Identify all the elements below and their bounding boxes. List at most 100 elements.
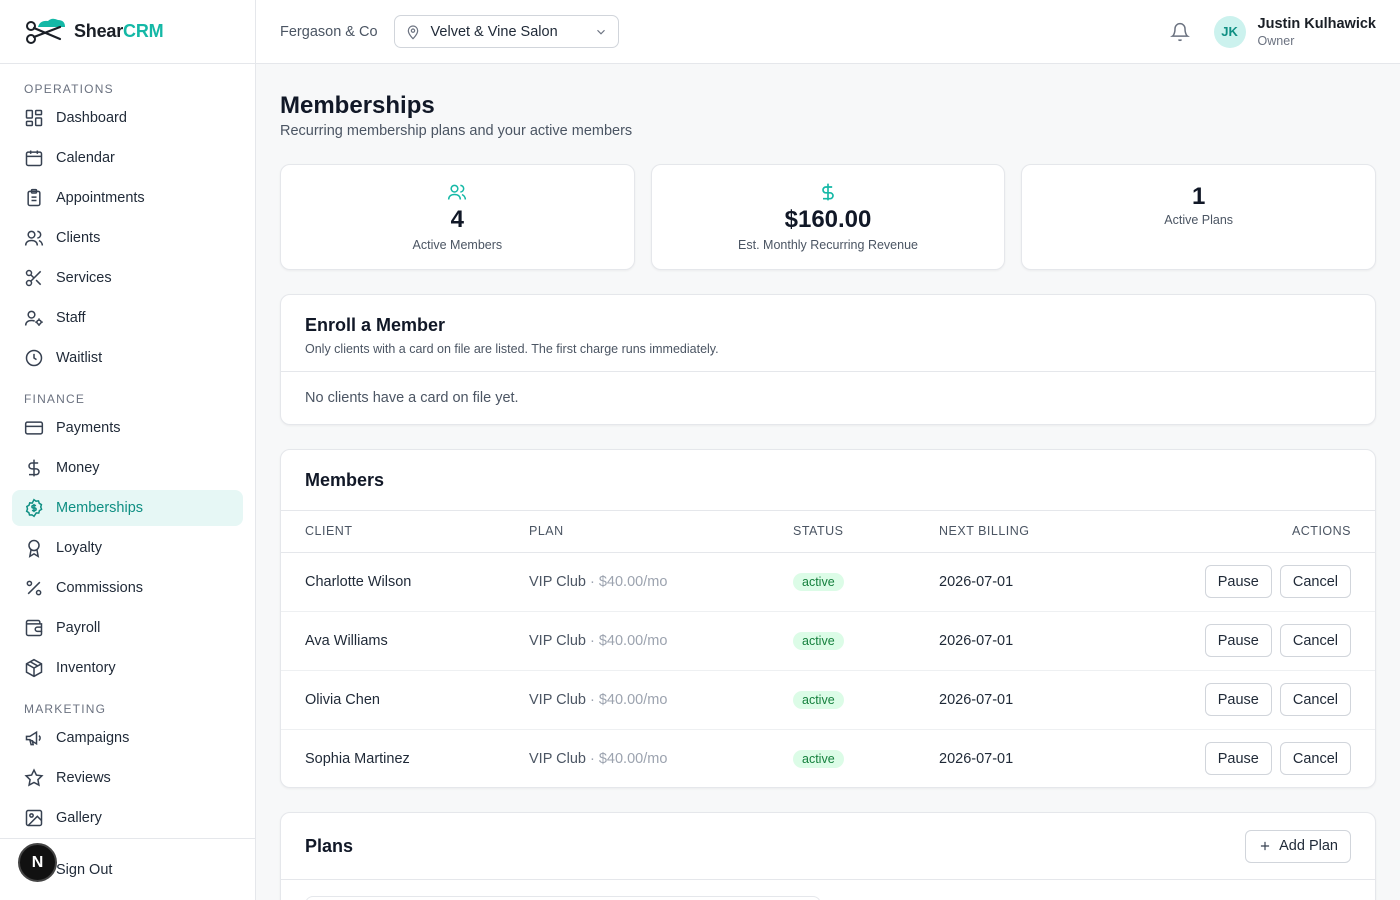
card-title: Enroll a Member: [305, 315, 446, 335]
members-card: Members CLIENT PLAN STATUS NEXT BILLING …: [280, 449, 1376, 788]
cancel-button[interactable]: Cancel: [1279, 742, 1351, 776]
client-name: Charlotte Wilson: [281, 552, 505, 612]
nav-section-operations: OPERATIONS: [24, 82, 114, 96]
sidebar-item-appointments[interactable]: Appointments: [12, 180, 243, 216]
percent-icon: [26, 580, 42, 596]
client-name: Ava Williams: [281, 611, 505, 671]
status-badge: active: [793, 690, 844, 709]
user-role: Owner: [1257, 33, 1295, 48]
dashboard-icon: [25, 109, 43, 127]
card-header: Plans Add Plan: [281, 813, 1375, 880]
next-billing: 2026-07-01: [915, 611, 1102, 671]
cancel-button[interactable]: Cancel: [1279, 683, 1351, 716]
stat-card-active-members: 4 Active Members: [280, 164, 635, 270]
stat-label: Est. Monthly Recurring Revenue: [738, 238, 918, 252]
table-header-row: CLIENT PLAN STATUS NEXT BILLING ACTIONS: [281, 511, 1375, 553]
column-header: STATUS: [769, 511, 915, 553]
actions-cell: Pause Cancel: [1101, 611, 1375, 671]
org-name: Fergason & Co: [280, 23, 378, 40]
user-info[interactable]: Justin Kulhawick Owner: [1258, 16, 1376, 48]
column-header: CLIENT: [281, 511, 505, 553]
sidebar-item-inventory[interactable]: Inventory: [12, 650, 243, 686]
pause-button[interactable]: Pause: [1204, 742, 1272, 776]
next-billing: 2026-07-01: [915, 552, 1102, 612]
status-cell: active: [769, 552, 915, 612]
table-row: Olivia Chen VIP Club · $40.00/mo active …: [281, 670, 1375, 730]
sidebar-item-loyalty[interactable]: Loyalty: [12, 530, 243, 566]
users-icon: [24, 230, 44, 246]
chevron-down-icon: [596, 29, 605, 35]
sidebar-item-payroll[interactable]: Payroll: [12, 610, 243, 646]
sidebar-item-waitlist[interactable]: Waitlist: [12, 340, 243, 376]
clock-icon: [25, 349, 43, 367]
sidebar-item-memberships[interactable]: Memberships: [12, 490, 243, 526]
brand[interactable]: ShearCRM: [0, 0, 255, 64]
status-badge: active: [793, 572, 844, 591]
plans-card: Plans Add Plan: [280, 812, 1376, 900]
sidebar-item-campaigns[interactable]: Campaigns: [12, 720, 243, 756]
actions-cell: Pause Cancel: [1101, 670, 1375, 730]
topbar-right: JK Justin Kulhawick Owner: [1169, 15, 1376, 48]
stat-label: Active Plans: [1164, 213, 1234, 227]
user-name: Justin Kulhawick: [1257, 15, 1376, 32]
sidebar-item-staff[interactable]: Staff: [12, 300, 243, 336]
next-billing: 2026-07-01: [939, 750, 1014, 767]
status-badge: active: [793, 631, 844, 650]
dollar-icon: [28, 459, 40, 477]
plan-item: [305, 896, 821, 900]
table-row: Charlotte Wilson VIP Club · $40.00/mo ac…: [281, 552, 1375, 612]
sidebar-item-payments[interactable]: Payments: [12, 410, 243, 446]
avatar[interactable]: JK: [1213, 15, 1246, 48]
bell-icon[interactable]: [1169, 22, 1190, 42]
clipboard-icon: [27, 188, 41, 207]
page-title: Memberships: [280, 92, 435, 119]
sidebar-item-dashboard[interactable]: Dashboard: [12, 100, 243, 136]
plan-cell: VIP Club · $40.00/mo: [505, 670, 769, 730]
megaphone-icon: [25, 730, 41, 746]
plan-cell: VIP Club · $40.00/mo: [529, 750, 668, 767]
add-plan-button[interactable]: Add Plan: [1245, 829, 1351, 863]
scissors-logo-icon: [26, 18, 65, 44]
location-select-value: Velvet & Vine Salon: [430, 23, 558, 40]
stat-card-active-plans: 1 Active Plans: [1021, 164, 1377, 270]
brand-name: ShearCRM: [74, 21, 164, 41]
wallet-icon: [25, 619, 43, 637]
scissors-icon: [25, 269, 42, 287]
award-icon: [28, 539, 40, 558]
nav-section-marketing: MARKETING: [24, 702, 107, 716]
stat-value: $160.00: [784, 206, 872, 233]
sidebar-item-services[interactable]: Services: [12, 260, 243, 296]
badge-dollar-icon: [25, 498, 43, 518]
sidebar-item-reviews[interactable]: Reviews: [12, 760, 243, 796]
card-title: Members: [305, 469, 385, 490]
card-title: Plans: [305, 835, 354, 856]
sidebar-item-clients[interactable]: Clients: [12, 220, 243, 256]
image-icon: [25, 809, 43, 827]
sidebar-item-money[interactable]: Money: [12, 450, 243, 486]
sidebar-item-gallery[interactable]: Gallery: [12, 800, 243, 836]
stat-value: 1: [1192, 183, 1206, 210]
members-table: CLIENT PLAN STATUS NEXT BILLING ACTIONS …: [281, 511, 1375, 787]
client-name: Sophia Martinez: [305, 750, 410, 767]
pause-button[interactable]: Pause: [1204, 624, 1272, 657]
actions-cell: Pause Cancel: [1101, 552, 1375, 612]
dev-tools-badge[interactable]: N: [18, 843, 57, 882]
sidebar-item-calendar[interactable]: Calendar: [12, 140, 243, 176]
empty-state: No clients have a card on file yet.: [305, 390, 519, 406]
column-header: PLAN: [505, 511, 769, 553]
calendar-icon: [25, 150, 43, 167]
dollar-icon: [822, 183, 834, 201]
cancel-button[interactable]: Cancel: [1279, 624, 1351, 657]
sidebar-nav: OPERATIONS Dashboard Calendar Appointmen…: [0, 64, 255, 836]
location-select[interactable]: Velvet & Vine Salon: [393, 15, 619, 48]
sidebar-item-commissions[interactable]: Commissions: [12, 570, 243, 606]
pause-button[interactable]: Pause: [1204, 565, 1272, 598]
stat-card-mrr: $160.00 Est. Monthly Recurring Revenue: [650, 164, 1006, 270]
credit-card-icon: [24, 421, 44, 435]
star-icon: [24, 768, 44, 787]
package-icon: [25, 658, 43, 678]
cancel-button[interactable]: Cancel: [1279, 565, 1351, 598]
enroll-member-card: Enroll a Member Only clients with a card…: [280, 294, 1376, 425]
pause-button[interactable]: Pause: [1204, 683, 1272, 716]
actions-cell: Pause Cancel: [1102, 729, 1375, 787]
